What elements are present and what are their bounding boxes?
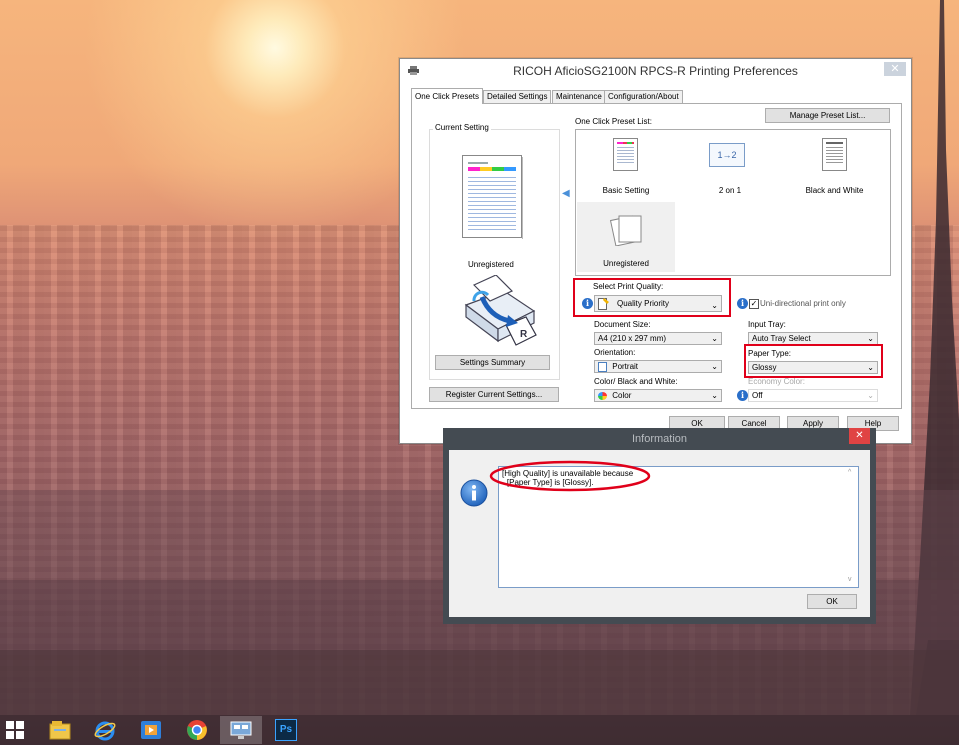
scroll-up-icon[interactable]: ^ (848, 469, 851, 476)
preset-basic-setting[interactable]: Basic Setting (576, 130, 676, 200)
preset-list: Basic Setting 1→2 2 on 1 Black and White (575, 129, 891, 276)
register-current-settings-button[interactable]: Register Current Settings... (429, 387, 559, 402)
current-setting-label: Current Setting (433, 123, 491, 132)
printer-icon (408, 66, 419, 75)
input-tray-label: Input Tray: (748, 320, 786, 329)
window-title: RICOH AficioSG2100N RPCS-R Printing Pref… (513, 64, 798, 78)
chevron-down-icon: ⌄ (711, 391, 718, 400)
remote-desktop-icon[interactable] (229, 718, 253, 742)
unregistered-pages-icon (609, 215, 642, 246)
settings-summary-button[interactable]: Settings Summary (435, 355, 550, 370)
orientation-value: Portrait (612, 362, 639, 371)
printer-illustration-icon: R (464, 275, 537, 346)
dialog-ok-button[interactable]: OK (807, 594, 857, 609)
portrait-icon (598, 361, 607, 372)
unidirectional-checkbox[interactable]: ✓ (749, 299, 759, 309)
information-dialog: Information ✕ [High Quality] is unavaila… (443, 428, 876, 624)
color-label: Color/ Black and White: (594, 377, 678, 386)
window-title-bar: RICOH AficioSG2100N RPCS-R Printing Pref… (400, 59, 911, 83)
paper-type-highlight (744, 344, 883, 378)
chevron-down-icon: ⌄ (867, 334, 874, 343)
chevron-down-icon: ⌄ (867, 391, 874, 400)
preset-list-label: One Click Preset List: (575, 117, 652, 126)
color-value: Color (612, 391, 632, 400)
economy-color-value: Off (752, 391, 763, 400)
orientation-label: Orientation: (594, 348, 636, 357)
media-player-icon[interactable] (139, 718, 163, 742)
basic-setting-page-icon (613, 138, 638, 171)
document-size-select[interactable]: A4 (210 x 297 mm) ⌄ (594, 332, 722, 345)
economy-info-icon[interactable]: i (737, 390, 748, 401)
message-scrollbar[interactable]: ^ v (846, 467, 858, 585)
economy-color-select[interactable]: Off ⌄ (748, 389, 878, 402)
message-highlight-ellipse (489, 460, 651, 492)
tab-one-click-presets[interactable]: One Click Presets (411, 88, 484, 104)
preset-label-2-on-1: 2 on 1 (718, 186, 742, 195)
orientation-select[interactable]: Portrait ⌄ (594, 360, 722, 373)
color-palette-icon (598, 391, 607, 400)
information-icon (460, 479, 488, 507)
chevron-down-icon: ⌄ (711, 334, 718, 343)
preset-black-and-white[interactable]: Black and White (782, 130, 887, 200)
document-size-value: A4 (210 x 297 mm) (598, 334, 667, 343)
dialog-close-button[interactable]: ✕ (849, 428, 870, 444)
dialog-title: Information (631, 433, 688, 445)
tab-detailed-settings[interactable]: Detailed Settings (483, 90, 552, 103)
file-explorer-icon[interactable] (48, 718, 72, 742)
manage-preset-list-button[interactable]: Manage Preset List... (765, 108, 890, 123)
svg-text:R: R (520, 329, 528, 340)
windows-start-icon[interactable] (6, 721, 24, 739)
scroll-down-icon[interactable]: v (848, 576, 852, 583)
scroll-left-arrow-icon[interactable]: ◀ (562, 188, 570, 199)
photoshop-icon[interactable]: Ps (275, 719, 297, 741)
printing-preferences-window: RICOH AficioSG2100N RPCS-R Printing Pref… (399, 58, 912, 444)
preset-label-unregistered: Unregistered (603, 259, 649, 268)
print-quality-highlight (573, 278, 731, 317)
window-close-button[interactable]: ✕ (884, 62, 906, 76)
two-on-one-icon: 1→2 (709, 143, 745, 167)
preset-label-basic-setting: Basic Setting (602, 186, 650, 195)
preset-unregistered[interactable]: Unregistered (577, 202, 675, 272)
unidirectional-info-icon[interactable]: i (737, 298, 748, 309)
internet-explorer-icon[interactable] (93, 718, 117, 742)
color-select[interactable]: Color ⌄ (594, 389, 722, 402)
page-preview-icon (462, 155, 523, 239)
tab-maintenance[interactable]: Maintenance (552, 90, 606, 103)
dialog-body: [High Quality] is unavailable because - … (449, 450, 870, 617)
unidirectional-label: Uni-directional print only (760, 299, 846, 308)
current-setting-unregistered: Unregistered (468, 260, 514, 269)
preset-2-on-1[interactable]: 1→2 2 on 1 (680, 130, 780, 200)
one-click-presets-panel: Current Setting Unregistered R Settings … (411, 103, 902, 409)
input-tray-value: Auto Tray Select (752, 334, 811, 343)
taskbar: Ps (0, 715, 959, 745)
chrome-icon[interactable] (185, 718, 209, 742)
black-and-white-page-icon (822, 138, 847, 171)
tab-configuration-about[interactable]: Configuration/About (604, 90, 683, 103)
economy-color-label: Economy Color: (748, 377, 805, 386)
document-size-label: Document Size: (594, 320, 651, 329)
preset-label-black-and-white: Black and White (805, 186, 864, 195)
chevron-down-icon: ⌄ (711, 362, 718, 371)
